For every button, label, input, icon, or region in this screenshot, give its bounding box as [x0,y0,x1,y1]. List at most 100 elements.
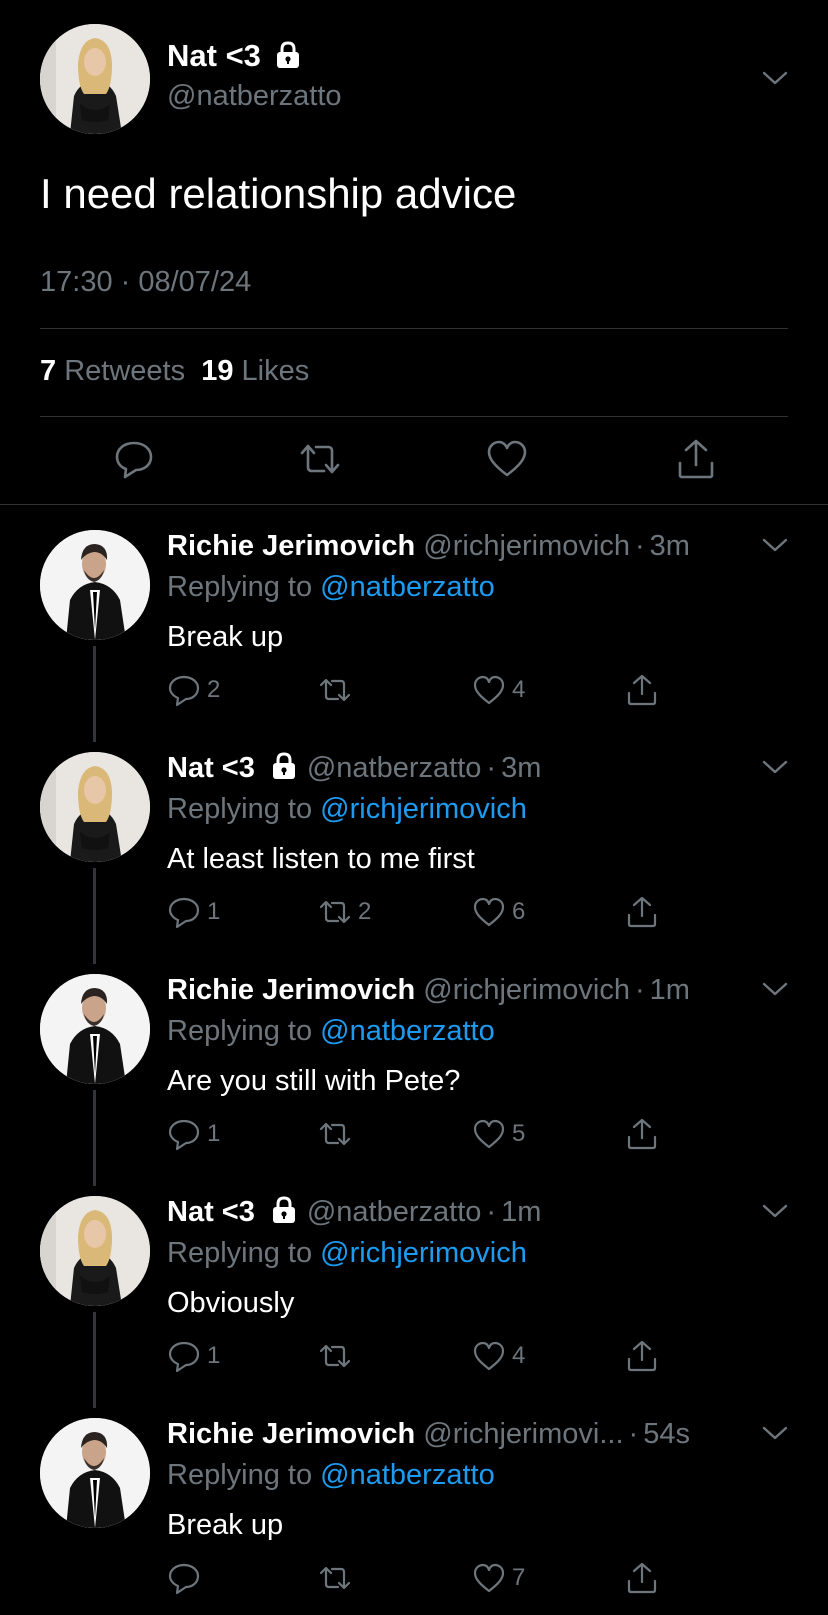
chevron-down-icon[interactable] [762,70,788,86]
retweet-action[interactable] [318,1116,358,1152]
retweet-action[interactable]: 2 [318,894,371,930]
reply-text: Are you still with Pete? [167,1065,461,1097]
like-icon [472,1561,506,1595]
reply-text: At least listen to me first [167,843,475,875]
share-action[interactable] [625,672,659,708]
replying-to-link[interactable]: @natberzatto [320,1015,495,1047]
separator-dot: · [634,530,645,562]
author-name-text: Nat <3 [167,38,261,73]
replying-to: Replying to @natberzatto [167,571,495,604]
reply-author-handle[interactable]: @richjerimovich [423,974,630,1006]
reply-author-handle[interactable]: @richjerimovi... [423,1418,623,1450]
retweets-stat[interactable]: 7 Retweets [40,355,185,387]
replying-to-link[interactable]: @richjerimovich [320,793,527,825]
replying-to-link[interactable]: @natberzatto [320,1459,495,1491]
reply-action[interactable]: 1 [167,1116,220,1152]
like-icon [472,673,506,707]
reply-time: 1m [501,1196,542,1228]
reply-author-name[interactable]: Richie Jerimovich [167,974,415,1006]
reply-header: Nat <3 @natberzatto · 1m [167,1196,541,1229]
retweets-label: Retweets [64,355,186,387]
replying-to-link[interactable]: @natberzatto [320,571,495,603]
chevron-down-icon[interactable] [762,981,788,997]
chevron-down-icon[interactable] [762,759,788,775]
share-action[interactable] [625,1338,659,1374]
reply-action[interactable]: 1 [167,1338,220,1374]
avatar-richie[interactable] [40,1418,150,1528]
thread-line [93,868,96,964]
author-name[interactable]: Nat <3 [167,38,303,74]
reply-action[interactable]: 1 [167,894,220,930]
reply-action[interactable] [167,1560,207,1596]
share-icon [625,1339,659,1373]
share-action[interactable] [625,894,659,930]
chevron-down-icon[interactable] [762,1425,788,1441]
divider [0,504,828,505]
avatar-nat[interactable] [40,1196,150,1306]
like-icon[interactable] [485,437,529,481]
reply-count: 1 [207,898,221,925]
reply-count: 1 [207,1120,221,1147]
separator-dot: · [634,974,645,1006]
replying-to-prefix: Replying to [167,571,313,603]
share-action[interactable] [625,1560,659,1596]
reply-header: Nat <3 @natberzatto · 3m [167,752,541,785]
reply-author-handle[interactable]: @natberzatto [307,1196,482,1228]
reply-icon[interactable] [112,437,156,481]
separator-dot: · [486,1196,497,1228]
reply-author-name[interactable]: Richie Jerimovich [167,1418,415,1450]
like-count: 6 [512,898,526,925]
replying-to-link[interactable]: @richjerimovich [320,1237,527,1269]
like-icon [472,895,506,929]
like-count: 5 [512,1120,526,1147]
reply-author-handle[interactable]: @natberzatto [307,752,482,784]
chevron-down-icon[interactable] [762,537,788,553]
retweet-action[interactable] [318,1338,358,1374]
retweets-count: 7 [40,355,57,387]
likes-label: Likes [241,355,310,387]
chevron-down-icon[interactable] [762,1203,788,1219]
avatar-nat[interactable] [40,24,150,134]
separator-dot: · [628,1418,639,1450]
avatar-richie[interactable] [40,974,150,1084]
reply-author-name[interactable]: Nat <3 [167,1196,255,1228]
reply-icon [167,1561,201,1595]
share-action[interactable] [625,1116,659,1152]
reply-count: 1 [207,1342,221,1369]
likes-stat[interactable]: 19 Likes [201,355,309,387]
reply-action[interactable]: 2 [167,672,220,708]
retweet-icon [318,1339,352,1373]
retweet-icon [318,673,352,707]
like-count: 4 [512,1342,526,1369]
avatar-nat[interactable] [40,752,150,862]
like-count: 4 [512,676,526,703]
lock-icon [273,40,303,70]
like-icon [472,1339,506,1373]
like-action[interactable]: 7 [472,1560,525,1596]
reply-text: Break up [167,621,284,653]
like-action[interactable]: 6 [472,894,525,930]
lock-icon [269,1195,299,1225]
replying-to-prefix: Replying to [167,1459,313,1491]
reply-author-name[interactable]: Nat <3 [167,752,255,784]
like-action[interactable]: 4 [472,1338,525,1374]
replying-to: Replying to @richjerimovich [167,793,527,826]
divider [40,328,788,329]
share-icon [625,673,659,707]
avatar-richie[interactable] [40,530,150,640]
thread-line [93,1312,96,1408]
retweet-action[interactable] [318,1560,358,1596]
retweet-action[interactable] [318,672,358,708]
author-handle[interactable]: @natberzatto [167,80,342,113]
likes-count: 19 [201,355,234,387]
like-action[interactable]: 4 [472,672,525,708]
share-icon [625,895,659,929]
retweet-icon[interactable] [298,437,342,481]
replying-to-prefix: Replying to [167,1015,313,1047]
reply-author-name[interactable]: Richie Jerimovich [167,530,415,562]
like-action[interactable]: 5 [472,1116,525,1152]
share-icon[interactable] [674,437,718,481]
reply-author-handle[interactable]: @richjerimovich [423,530,630,562]
reply-count: 2 [207,676,221,703]
reply-icon [167,1117,201,1151]
